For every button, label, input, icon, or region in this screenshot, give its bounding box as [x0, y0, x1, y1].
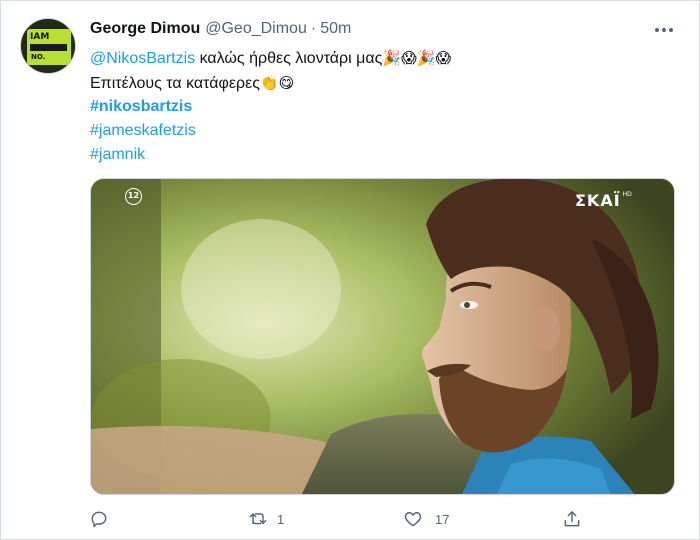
channel-logo-hd: HD [622, 191, 632, 198]
tweet-line-1: @NikosBartzis καλώς ήρθες λιοντάρι μας🎉😱… [90, 46, 451, 71]
share-icon [564, 511, 580, 527]
hashtag-jameskafetzis[interactable]: #jameskafetzis [90, 122, 196, 139]
clap-emoji: 👏😋 [259, 74, 295, 92]
author-name[interactable]: George Dimou [90, 20, 200, 38]
photo-scene [91, 179, 674, 494]
age-rating-badge: 12 [125, 188, 142, 205]
avatar-bar [30, 44, 67, 51]
like-button[interactable]: 17 [403, 509, 449, 529]
avatar[interactable]: IAM NO. [20, 18, 76, 74]
share-button[interactable] [562, 509, 582, 529]
avatar-text-bottom: NO. [31, 53, 46, 61]
more-options-icon[interactable] [652, 21, 676, 39]
header-separator: · [310, 20, 317, 37]
retweet-button[interactable]: 1 [247, 509, 284, 529]
reply-icon [91, 511, 107, 528]
tweet-actions: 1 17 [1, 509, 700, 539]
reply-button[interactable] [89, 509, 109, 529]
tweet-line-2: Επιτέλους τα κατάφερες👏😋 [90, 71, 294, 96]
tweet-line-2-text: Επιτέλους τα κατάφερες [90, 75, 260, 92]
retweet-icon [249, 513, 267, 525]
author-handle[interactable]: @Geo_Dimou [205, 20, 307, 38]
tweet-line-1-text: καλώς ήρθες λιοντάρι μας [195, 50, 383, 67]
channel-logo: ΣΚΑΪ HD [575, 191, 632, 210]
tweet-header: George Dimou @Geo_Dimou · 50m [90, 20, 351, 42]
avatar-text-top: IAM [30, 32, 50, 42]
hashtag-row-2: #jameskafetzis [90, 119, 196, 143]
heart-icon [404, 512, 422, 527]
tweet-image[interactable]: 12 ΣΚΑΪ HD [90, 178, 675, 495]
hashtag-nikosbartzis[interactable]: #nikosbartzis [90, 98, 192, 115]
tweet-card: IAM NO. George Dimou @Geo_Dimou · 50m @N… [0, 0, 700, 540]
hashtag-row-1: #nikosbartzis [90, 95, 192, 119]
tweet-timestamp[interactable]: 50m [320, 20, 351, 38]
like-count: 17 [435, 511, 450, 527]
mention-link[interactable]: @NikosBartzis [90, 50, 195, 67]
retweet-count: 1 [277, 511, 285, 527]
avatar-badge: IAM NO. [27, 29, 71, 65]
channel-logo-text: ΣΚΑΪ [575, 191, 621, 210]
hashtag-row-3: #jamnik [90, 143, 145, 167]
party-emoji: 🎉😱🎉😱 [382, 49, 451, 67]
hashtag-jamnik[interactable]: #jamnik [90, 146, 145, 163]
